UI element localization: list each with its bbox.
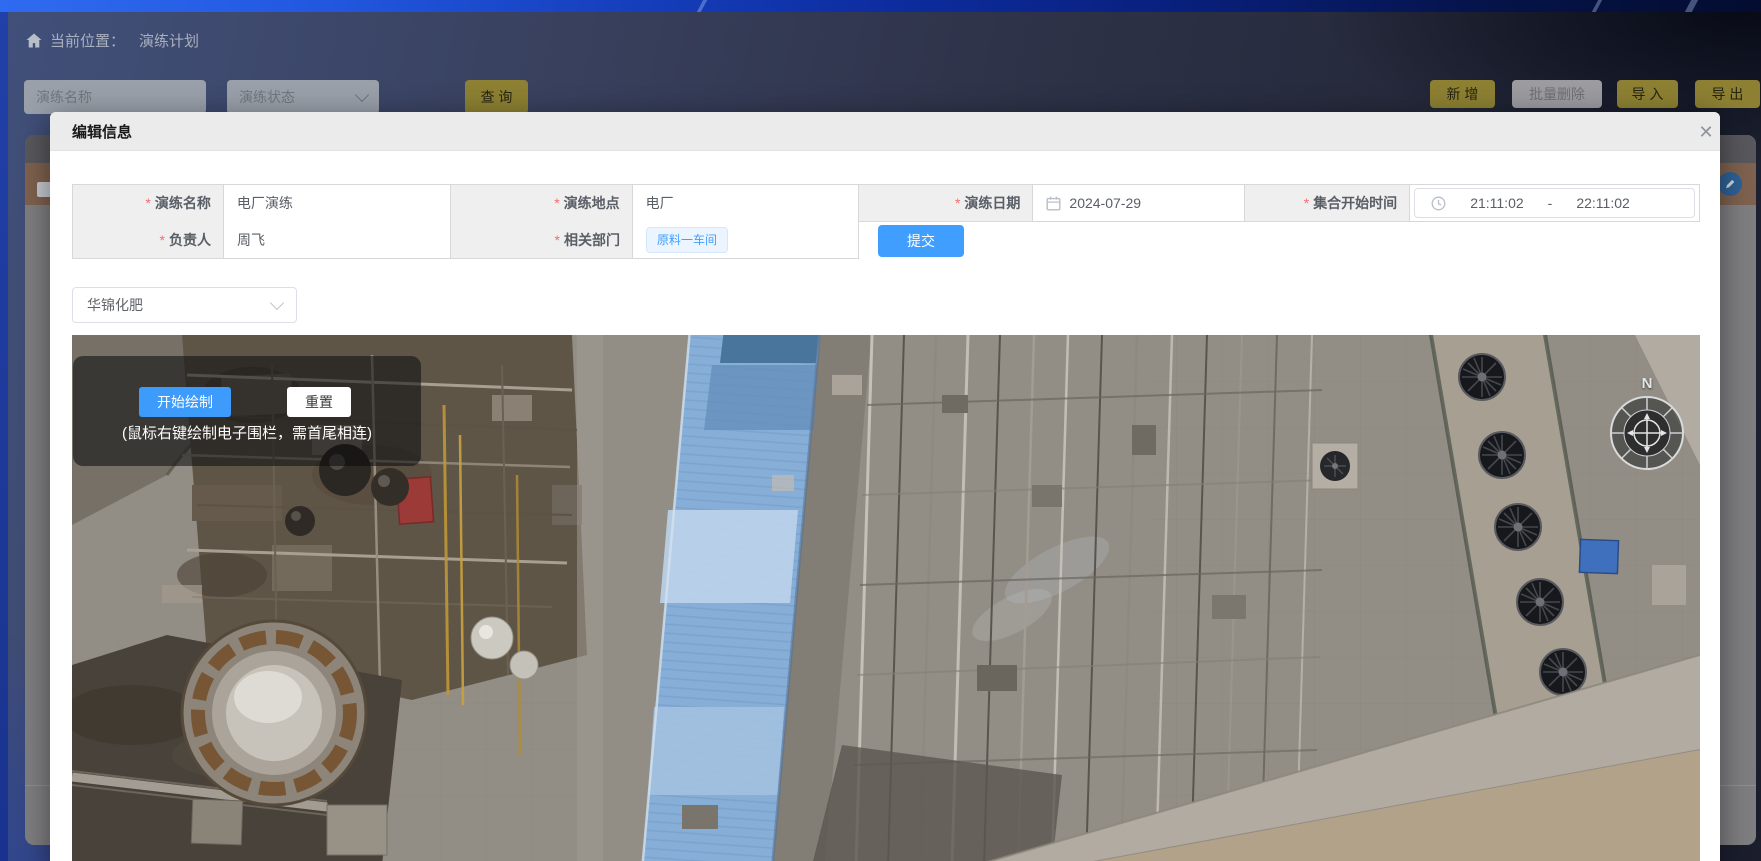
add-button-label: 新 增 bbox=[1447, 84, 1479, 104]
page-background-left-edge bbox=[0, 12, 8, 861]
accent-streak bbox=[1685, 0, 1698, 12]
pencil-icon bbox=[1718, 172, 1742, 196]
drill-status-placeholder: 演练状态 bbox=[239, 87, 295, 107]
required-mark: * bbox=[554, 195, 559, 211]
drill-name-field[interactable]: 电厂演练 bbox=[224, 185, 451, 222]
drill-location-label: * 演练地点 bbox=[451, 185, 633, 222]
required-mark: * bbox=[160, 232, 165, 248]
accent-streak bbox=[697, 0, 707, 12]
export-button-label: 导 出 bbox=[1712, 84, 1744, 104]
drill-name-placeholder: 演练名称 bbox=[36, 87, 92, 107]
batch-delete-button[interactable]: 批量删除 bbox=[1512, 80, 1602, 108]
drill-location-label-text: 演练地点 bbox=[564, 193, 620, 213]
leader-value: 周飞 bbox=[237, 230, 265, 250]
required-mark: * bbox=[145, 195, 150, 211]
start-draw-label: 开始绘制 bbox=[157, 392, 213, 412]
drill-name-label: * 演练名称 bbox=[73, 185, 224, 222]
breadcrumb-prefix: 当前位置： bbox=[50, 30, 125, 51]
dialog-header: 编辑信息 ✕ bbox=[50, 112, 1720, 151]
required-mark: * bbox=[1304, 195, 1309, 211]
drill-name-input[interactable]: 演练名称 bbox=[24, 80, 206, 114]
export-button[interactable]: 导 出 bbox=[1695, 80, 1760, 108]
required-mark: * bbox=[955, 195, 960, 211]
import-button-label: 导 入 bbox=[1632, 84, 1664, 104]
leader-field[interactable]: 周飞 bbox=[224, 221, 451, 259]
required-mark: * bbox=[555, 232, 560, 248]
drill-plan-page: 当前位置： 演练计划 演练名称 演练状态 查 询 新 增 批量删除 导 入 导 … bbox=[0, 0, 1761, 861]
department-tag: 原料一车间 bbox=[646, 227, 728, 253]
drill-date-field[interactable]: 2024-07-29 bbox=[1033, 185, 1245, 222]
home-icon bbox=[26, 33, 42, 48]
reset-draw-label: 重置 bbox=[305, 392, 333, 412]
assembly-time-field: 21:11:02 - 22:11:02 bbox=[1410, 185, 1700, 222]
compass-icon bbox=[1607, 393, 1687, 473]
add-button[interactable]: 新 增 bbox=[1430, 80, 1495, 108]
department-field[interactable]: 原料一车间 bbox=[633, 221, 859, 259]
time-end-value[interactable]: 22:11:02 bbox=[1576, 195, 1629, 211]
drill-date-value: 2024-07-29 bbox=[1069, 195, 1141, 211]
time-range-picker[interactable]: 21:11:02 - 22:11:02 bbox=[1414, 188, 1695, 218]
time-separator: - bbox=[1548, 195, 1553, 211]
leader-label: * 负责人 bbox=[73, 221, 224, 259]
form-row-2: * 负责人 周飞 * 相关部门 原料一车间 bbox=[72, 221, 859, 259]
chevron-down-icon bbox=[355, 87, 369, 101]
top-accent-bar bbox=[0, 0, 1761, 12]
query-button-label: 查 询 bbox=[481, 87, 513, 107]
department-label-text: 相关部门 bbox=[564, 230, 620, 250]
drill-date-label-text: 演练日期 bbox=[964, 193, 1020, 213]
drill-name-value: 电厂演练 bbox=[237, 193, 293, 213]
compass-north-label: N bbox=[1642, 375, 1653, 393]
import-button[interactable]: 导 入 bbox=[1617, 80, 1678, 108]
form-row-1: * 演练名称 电厂演练 * 演练地点 电厂 * 演练日期 bbox=[72, 184, 1700, 222]
reset-draw-button[interactable]: 重置 bbox=[287, 387, 351, 417]
start-draw-button[interactable]: 开始绘制 bbox=[139, 387, 231, 417]
drill-name-label-text: 演练名称 bbox=[155, 193, 211, 213]
draw-tool-panel: 开始绘制 重置 (鼠标右键绘制电子围栏，需首尾相连) bbox=[73, 356, 421, 466]
breadcrumb-current: 演练计划 bbox=[139, 30, 199, 51]
map-compass[interactable]: N bbox=[1607, 375, 1687, 473]
drill-date-label: * 演练日期 bbox=[859, 185, 1034, 222]
time-start-value[interactable]: 21:11:02 bbox=[1470, 195, 1523, 211]
assembly-time-label: * 集合开始时间 bbox=[1245, 185, 1410, 222]
chevron-down-icon bbox=[270, 295, 284, 309]
satellite-map[interactable]: 开始绘制 重置 (鼠标右键绘制电子围栏，需首尾相连) N bbox=[72, 335, 1700, 861]
breadcrumb: 当前位置： 演练计划 bbox=[26, 30, 199, 50]
close-icon[interactable]: ✕ bbox=[1695, 121, 1717, 143]
clock-icon bbox=[1431, 196, 1446, 211]
edit-info-dialog: 编辑信息 ✕ * 演练名称 电厂演练 * 演练地点 电厂 * 演练日期 bbox=[50, 112, 1720, 861]
accent-streak bbox=[1592, 0, 1602, 12]
submit-button[interactable]: 提交 bbox=[878, 225, 964, 257]
row-edit-button[interactable] bbox=[1718, 172, 1742, 196]
site-select-value: 华锦化肥 bbox=[87, 295, 143, 315]
query-button[interactable]: 查 询 bbox=[465, 80, 528, 114]
leader-label-text: 负责人 bbox=[169, 230, 211, 250]
department-label: * 相关部门 bbox=[451, 221, 633, 259]
drill-location-value: 电厂 bbox=[646, 193, 674, 213]
dialog-title: 编辑信息 bbox=[72, 112, 132, 151]
draw-hint-text: (鼠标右键绘制电子围栏，需首尾相连) bbox=[73, 422, 421, 443]
submit-button-label: 提交 bbox=[907, 231, 935, 251]
drill-location-field[interactable]: 电厂 bbox=[633, 185, 859, 222]
site-select[interactable]: 华锦化肥 bbox=[72, 287, 297, 323]
assembly-time-label-text: 集合开始时间 bbox=[1313, 193, 1397, 213]
calendar-icon bbox=[1046, 196, 1061, 211]
drill-status-select[interactable]: 演练状态 bbox=[227, 80, 379, 114]
batch-delete-label: 批量删除 bbox=[1529, 84, 1585, 104]
